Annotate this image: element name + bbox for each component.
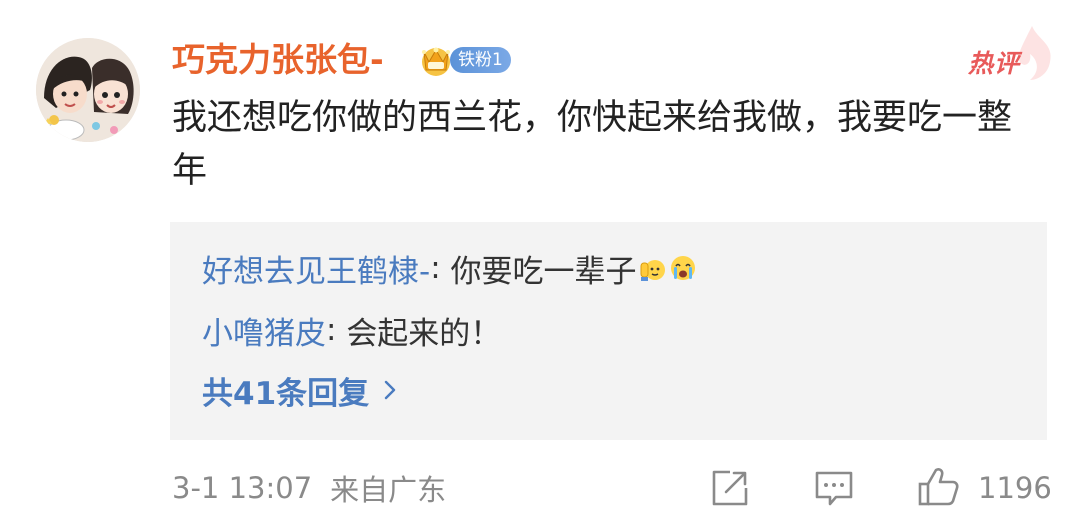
reply-author[interactable]: 小噜猪皮	[202, 308, 326, 353]
hot-comment-badge: 热评	[968, 49, 1021, 78]
crown-icon	[422, 47, 450, 76]
reply-separator: :	[326, 312, 347, 348]
timestamp: 3-1 13:07	[172, 471, 313, 505]
fan-badge-label: 铁粉1	[450, 47, 511, 73]
reply-separator: :	[430, 250, 451, 286]
reply-text: 会起来的！	[346, 315, 502, 352]
chevron-right-icon	[384, 380, 396, 400]
more-replies-label: 共41条回复	[202, 375, 370, 412]
location: 来自广东	[330, 473, 447, 507]
share-icon[interactable]	[708, 468, 752, 508]
like-count: 1196	[978, 471, 1052, 505]
like-icon[interactable]	[916, 464, 960, 508]
avatar-image	[36, 38, 140, 142]
reply-item[interactable]: 好想去见王鹤棣- : 你要吃一辈子	[202, 246, 697, 290]
reply-item[interactable]: 小噜猪皮 : 会起来的！	[202, 308, 501, 352]
comment-text: 我还想吃你做的西兰花，你快起来给我做，我要吃一整年	[172, 98, 1013, 191]
comment-icon[interactable]	[812, 468, 856, 508]
reply-box[interactable]: 好想去见王鹤棣- : 你要吃一辈子 小噜猪皮 : 会起来的！ 共41条回复	[170, 222, 1047, 440]
crying-face-emoji	[670, 256, 695, 280]
username[interactable]: 巧克力张张包-	[172, 38, 384, 82]
more-replies-link[interactable]: 共41条回复	[202, 368, 397, 412]
raised-hand-emoji	[640, 260, 665, 281]
comment-meta: 3-1 13:07 来自广东	[172, 466, 446, 510]
fan-badge[interactable]: 铁粉1	[418, 38, 511, 82]
reply-author[interactable]: 好想去见王鹤棣-	[202, 246, 430, 291]
reply-text: 你要吃一辈子	[450, 253, 637, 290]
avatar[interactable]	[36, 38, 140, 142]
